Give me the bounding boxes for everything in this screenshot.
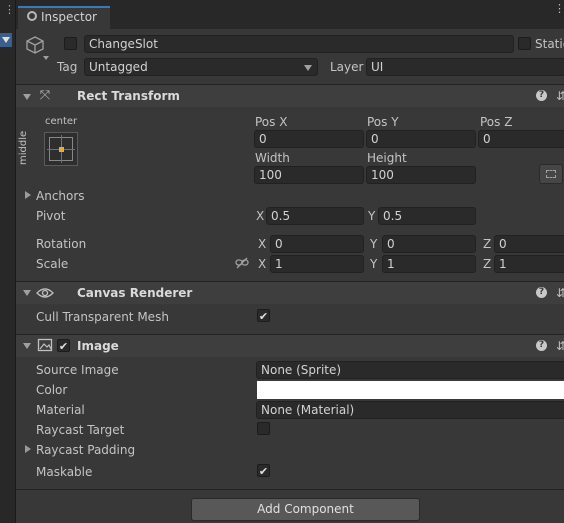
canvas-renderer-title: Canvas Renderer: [77, 286, 193, 300]
tag-label: Tag: [57, 60, 78, 74]
anchor-preset-v-label: middle: [18, 130, 29, 165]
scale-z-input[interactable]: 1: [494, 255, 564, 273]
anchor-preset-h-label: center: [45, 116, 78, 127]
pos-y-input[interactable]: 0: [366, 130, 476, 148]
tag-dropdown[interactable]: Untagged: [84, 58, 318, 76]
width-label: Width: [255, 151, 290, 165]
tag-value: Untagged: [89, 60, 148, 74]
rect-transform-icon: ⤧: [39, 88, 51, 103]
scale-label: Scale: [36, 257, 69, 271]
raycast-target-checkbox[interactable]: [257, 422, 270, 435]
material-field[interactable]: None (Material): [256, 401, 564, 419]
scale-y-input[interactable]: 1: [382, 255, 476, 273]
scale-x-axis-label: X: [258, 257, 267, 271]
active-checkbox[interactable]: [64, 37, 77, 50]
width-input[interactable]: 100: [254, 166, 364, 184]
settings-icon[interactable]: ⇵: [556, 89, 564, 103]
pivot-x-axis-label: X: [256, 209, 265, 223]
raycast-padding-label[interactable]: Raycast Padding: [36, 443, 135, 457]
cull-transparent-mesh-label: Cull Transparent Mesh: [36, 310, 169, 324]
pos-z-input[interactable]: 0: [478, 130, 564, 148]
pos-x-input[interactable]: 0: [254, 130, 364, 148]
maskable-label: Maskable: [36, 465, 93, 479]
source-image-label: Source Image: [36, 363, 119, 377]
rect-transform-title: Rect Transform: [77, 89, 180, 103]
gameobject-cube-icon: [25, 35, 45, 55]
rotation-y-input[interactable]: 0: [382, 235, 476, 253]
rotation-label: Rotation: [36, 237, 87, 251]
height-label: Height: [367, 151, 407, 165]
image-enabled-checkbox[interactable]: ✔: [57, 339, 70, 353]
height-input[interactable]: 100: [366, 166, 476, 184]
pos-z-label: Pos Z: [480, 115, 513, 129]
rotation-x-input[interactable]: 0: [270, 235, 364, 253]
constrain-proportions-icon[interactable]: [235, 256, 249, 270]
info-icon: [27, 11, 37, 21]
divider: [16, 489, 564, 490]
rotation-x-axis-label: X: [258, 237, 267, 251]
blueprint-mode-button[interactable]: [539, 164, 563, 184]
raycast-padding-foldout-icon[interactable]: [25, 445, 31, 453]
pos-y-label: Pos Y: [367, 115, 399, 129]
foldout-arrow-icon[interactable]: [23, 343, 31, 349]
scale-x-input[interactable]: 1: [270, 255, 364, 273]
rotation-z-axis-label: Z: [483, 237, 492, 251]
anchor-presets-button[interactable]: [44, 132, 78, 166]
icon-dropdown-icon[interactable]: [43, 56, 49, 60]
static-checkbox[interactable]: [518, 37, 531, 50]
left-panel-edge: ⋮: [0, 0, 16, 523]
pos-x-label: Pos X: [255, 115, 288, 129]
tab-title: Inspector: [41, 10, 97, 24]
scale-z-axis-label: Z: [483, 257, 492, 271]
layer-label: Layer: [330, 60, 364, 74]
cull-transparent-mesh-checkbox[interactable]: ✔: [257, 309, 270, 323]
pivot-label: Pivot: [36, 209, 66, 223]
color-label: Color: [36, 383, 68, 397]
help-icon[interactable]: ?: [536, 287, 547, 298]
more-options-icon[interactable]: ⋮: [554, 3, 564, 21]
object-name-input[interactable]: ChangeSlot: [84, 35, 514, 53]
checkmark-icon: ✔: [258, 310, 269, 323]
raycast-target-label: Raycast Target: [36, 423, 125, 437]
image-icon: [37, 338, 53, 352]
static-label: Static: [535, 37, 564, 51]
scale-y-axis-label: Y: [370, 257, 378, 271]
pivot-x-input[interactable]: 0.5: [266, 207, 364, 225]
settings-icon[interactable]: ⇵: [556, 286, 564, 300]
pivot-y-input[interactable]: 0.5: [378, 207, 476, 225]
maskable-checkbox[interactable]: ✔: [257, 464, 270, 478]
eye-icon: [36, 286, 54, 300]
foldout-arrow-icon[interactable]: [23, 290, 31, 296]
help-icon[interactable]: ?: [536, 340, 547, 351]
settings-icon[interactable]: ⇵: [556, 339, 564, 353]
checkmark-icon: ✔: [58, 340, 69, 353]
foldout-arrow-icon[interactable]: [23, 94, 31, 100]
kebab-menu-icon[interactable]: ⋮: [4, 4, 15, 22]
image-title: Image: [77, 339, 119, 353]
anchors-label[interactable]: Anchors: [36, 189, 85, 203]
pivot-y-axis-label: Y: [368, 209, 376, 223]
color-swatch[interactable]: [257, 381, 564, 399]
help-icon[interactable]: ?: [536, 90, 547, 101]
rotation-z-input[interactable]: 0: [494, 235, 564, 253]
checkmark-icon: ✔: [258, 465, 269, 478]
rotation-y-axis-label: Y: [370, 237, 378, 251]
material-label: Material: [36, 403, 85, 417]
chevron-down-icon: [304, 65, 312, 71]
source-image-field[interactable]: None (Sprite): [256, 361, 564, 379]
anchors-foldout-icon[interactable]: [25, 191, 31, 199]
layer-dropdown[interactable]: UI: [366, 58, 564, 76]
add-component-button[interactable]: Add Component: [191, 498, 420, 521]
dropdown-arrow-icon[interactable]: [0, 33, 12, 47]
